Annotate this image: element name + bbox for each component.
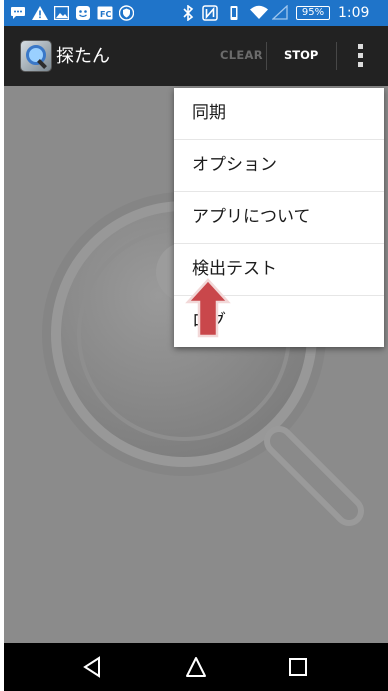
action-divider [266, 42, 267, 70]
navigation-bar [4, 643, 388, 691]
face-icon [76, 6, 90, 20]
action-bar: 探たん CLEAR STOP [4, 26, 388, 86]
menu-item-about[interactable]: アプリについて [174, 192, 384, 244]
image-icon [54, 6, 69, 20]
svg-text:FC: FC [100, 10, 111, 19]
clear-button[interactable]: CLEAR [220, 48, 263, 62]
app-title: 探たん [56, 46, 110, 67]
recents-icon[interactable] [278, 653, 318, 681]
stop-button[interactable]: STOP [284, 48, 318, 62]
arrow-up-icon [185, 278, 231, 338]
back-icon[interactable] [72, 653, 112, 681]
fc-icon: FC [97, 6, 113, 20]
app-logo-icon[interactable] [20, 40, 52, 72]
phone-screen: FC 95% 1:09 探たん CLEAR STOP 同期 オプション アプリに… [4, 0, 388, 691]
nfc-icon [202, 5, 218, 21]
overflow-menu-icon[interactable] [350, 40, 370, 72]
menu-item-options[interactable]: オプション [174, 140, 384, 192]
shield-icon [119, 5, 134, 21]
warning-icon [32, 6, 48, 20]
signal-icon [272, 5, 288, 20]
wifi-icon [250, 5, 268, 19]
bluetooth-icon [183, 5, 194, 21]
battery-indicator: 95% [296, 6, 330, 20]
clock: 1:09 [338, 5, 370, 21]
home-icon[interactable] [176, 653, 216, 681]
chat-icon [11, 7, 25, 19]
vibrate-icon [230, 6, 238, 20]
status-bar: FC 95% 1:09 [4, 0, 388, 26]
action-divider-2 [336, 42, 337, 70]
menu-item-sync[interactable]: 同期 [174, 88, 384, 140]
